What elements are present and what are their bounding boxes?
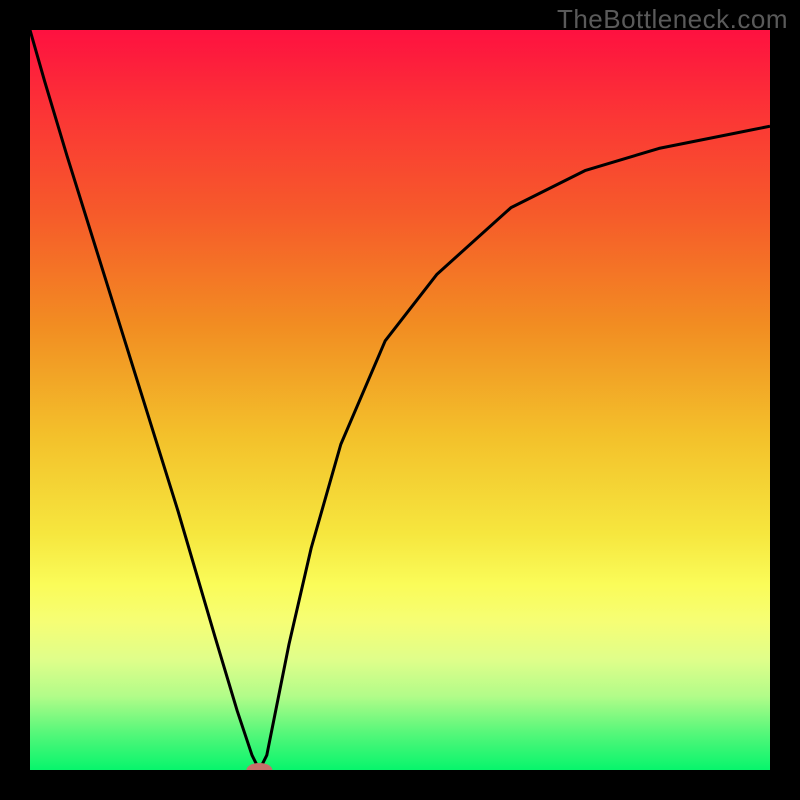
watermark-text: TheBottleneck.com <box>557 4 788 35</box>
chart-frame: TheBottleneck.com <box>0 0 800 800</box>
plot-area <box>30 30 770 770</box>
gradient-background <box>30 30 770 770</box>
chart-svg <box>30 30 770 770</box>
